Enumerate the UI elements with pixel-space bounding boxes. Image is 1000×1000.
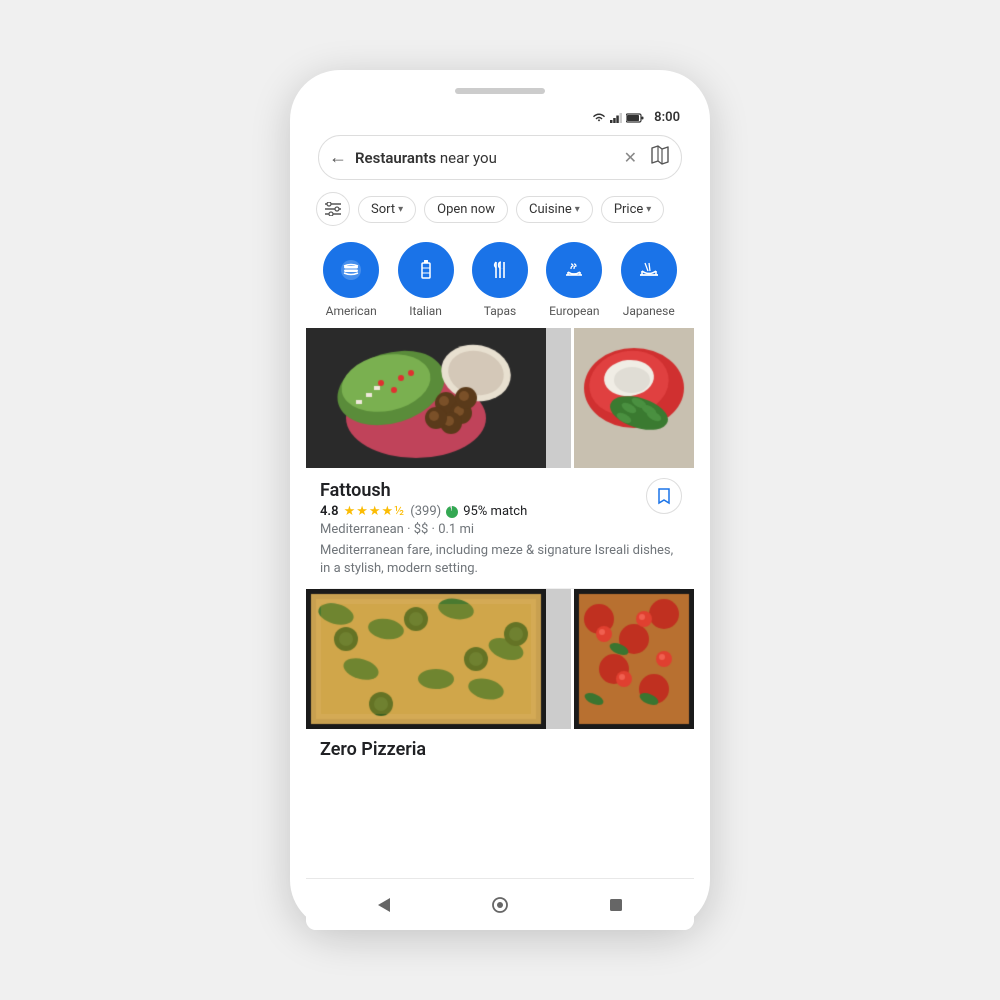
search-clear-button[interactable]: ✕ (624, 148, 637, 167)
match-dot-icon (446, 506, 458, 518)
status-icons (592, 113, 644, 123)
search-text: Restaurants near you (355, 149, 616, 167)
price-chevron-icon: ▾ (646, 204, 651, 215)
tapas-label: Tapas (484, 304, 516, 318)
restaurant-card-zero-pizzeria[interactable]: Zero Pizzeria (306, 589, 694, 760)
category-tapas[interactable]: Tapas (470, 242, 530, 318)
phone-frame: 8:00 ← Restaurants near you ✕ (290, 70, 710, 930)
fattoush-stars: ★★★★½ (344, 504, 406, 519)
category-american[interactable]: American (321, 242, 381, 318)
back-button[interactable]: ← (329, 147, 347, 168)
nav-home-button[interactable] (480, 885, 520, 925)
european-icon-circle (546, 242, 602, 298)
tapas-icon-circle (472, 242, 528, 298)
zero-pizzeria-title: Zero Pizzeria (306, 729, 694, 760)
zero-pizzeria-images (306, 589, 694, 729)
fattoush-rating: 4.8 (320, 504, 339, 519)
italian-icon-circle (398, 242, 454, 298)
price-chip[interactable]: Price ▾ (601, 196, 665, 223)
fattoush-description: Mediterranean fare, including meze & sig… (320, 542, 680, 578)
search-input-row[interactable]: ← Restaurants near you ✕ (318, 135, 682, 180)
category-italian[interactable]: Italian (396, 242, 456, 318)
fattoush-meta: Mediterranean · $$ · 0.1 mi (320, 522, 680, 537)
nav-back-button[interactable] (364, 885, 404, 925)
category-row: American Italian (306, 232, 694, 328)
zero-pizzeria-side-image (574, 589, 694, 729)
cuisine-chip[interactable]: Cuisine ▾ (516, 196, 593, 223)
european-label: European (549, 304, 599, 318)
sort-chip[interactable]: Sort ▾ (358, 196, 416, 223)
category-european[interactable]: European (544, 242, 604, 318)
phone-notch (455, 88, 545, 94)
battery-icon (626, 113, 644, 123)
fattoush-price: $$ (414, 522, 429, 537)
fattoush-match: 95% match (463, 504, 527, 519)
sort-chip-label: Sort (371, 202, 395, 217)
fattoush-rating-row: 4.8 ★★★★½ (399) 95% match (320, 504, 680, 519)
search-text-bold: Restaurants (355, 149, 436, 167)
fattoush-bookmark-button[interactable] (646, 478, 682, 514)
status-time: 8:00 (654, 110, 680, 125)
category-japanese[interactable]: Japanese (619, 242, 679, 318)
phone-screen: 8:00 ← Restaurants near you ✕ (306, 104, 694, 930)
results-container[interactable]: Fattoush 4.8 ★★★★½ (399) 95% match Medit… (306, 328, 694, 878)
cuisine-chip-label: Cuisine (529, 202, 572, 217)
filter-icon-button[interactable] (316, 192, 350, 226)
fattoush-distance: 0.1 mi (438, 522, 474, 537)
status-bar: 8:00 (306, 104, 694, 129)
open-now-chip[interactable]: Open now (424, 196, 508, 223)
cuisine-chevron-icon: ▾ (575, 204, 580, 215)
wifi-icon (592, 113, 606, 123)
bottom-nav (306, 878, 694, 930)
fattoush-info: Fattoush 4.8 ★★★★½ (399) 95% match Medit… (306, 468, 694, 588)
fattoush-reviews: (399) (410, 504, 441, 519)
nav-recents-button[interactable] (596, 885, 636, 925)
fattoush-main-image (306, 328, 571, 468)
fattoush-title: Fattoush (320, 480, 680, 501)
signal-icon (610, 113, 622, 123)
search-bar: ← Restaurants near you ✕ (306, 129, 694, 188)
search-text-rest: near you (436, 149, 497, 167)
fattoush-cuisine: Mediterranean (320, 522, 404, 537)
price-chip-label: Price (614, 202, 643, 217)
italian-label: Italian (409, 304, 442, 318)
american-icon-circle (323, 242, 379, 298)
restaurant-card-fattoush[interactable]: Fattoush 4.8 ★★★★½ (399) 95% match Medit… (306, 328, 694, 588)
zero-pizzeria-main-image (306, 589, 571, 729)
search-map-button[interactable] (649, 144, 671, 171)
open-now-chip-label: Open now (437, 202, 495, 217)
fattoush-images (306, 328, 694, 468)
american-label: American (326, 304, 377, 318)
sort-chevron-icon: ▾ (398, 204, 403, 215)
japanese-icon-circle (621, 242, 677, 298)
filter-row: Sort ▾ Open now Cuisine ▾ Price ▾ (306, 188, 694, 232)
fattoush-side-image (574, 328, 694, 468)
japanese-label: Japanese (623, 304, 675, 318)
